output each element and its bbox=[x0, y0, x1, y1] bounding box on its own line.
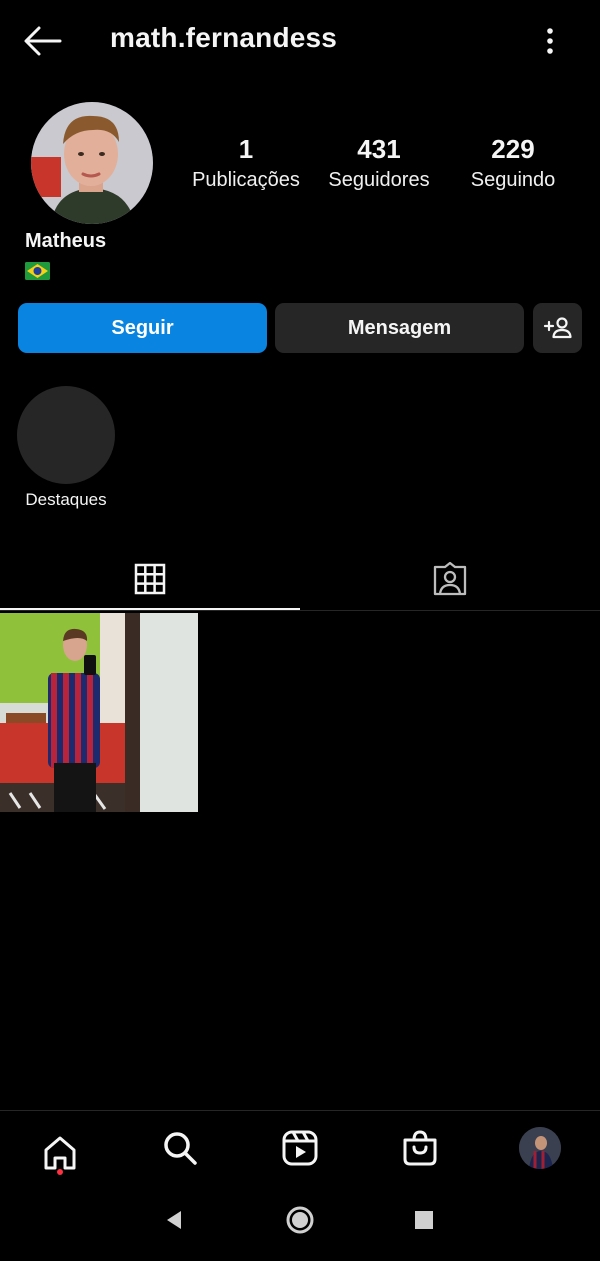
post-photo bbox=[0, 613, 198, 812]
highlight-label: Destaques bbox=[25, 490, 107, 509]
shopping-bag-icon bbox=[403, 1130, 437, 1166]
notification-dot bbox=[57, 1169, 63, 1175]
nav-profile-avatar[interactable] bbox=[519, 1127, 561, 1169]
search-icon bbox=[164, 1132, 197, 1165]
stat-posts-label: Publicações bbox=[192, 169, 300, 191]
stat-posts-count: 1 bbox=[238, 134, 254, 164]
home-icon bbox=[44, 1136, 76, 1170]
nav-reels[interactable] bbox=[275, 1123, 325, 1173]
profile-avatar[interactable] bbox=[31, 102, 153, 224]
stat-following-count: 229 bbox=[491, 134, 535, 164]
bottom-nav bbox=[0, 1111, 600, 1190]
stat-followers-label: Seguidores bbox=[328, 169, 430, 191]
add-person-icon bbox=[543, 317, 572, 339]
message-button[interactable]: Mensagem bbox=[275, 303, 524, 353]
profile-display-name: Matheus bbox=[25, 230, 107, 252]
message-button-label: Mensagem bbox=[347, 316, 452, 339]
reels-icon bbox=[282, 1130, 318, 1166]
options-button[interactable] bbox=[535, 24, 565, 58]
follow-button[interactable]: Seguir bbox=[18, 303, 267, 353]
grid-icon bbox=[134, 563, 166, 595]
profile-avatar-mini bbox=[519, 1127, 561, 1169]
tabs-divider bbox=[0, 610, 600, 611]
system-back-button[interactable] bbox=[158, 1204, 190, 1236]
stat-followers[interactable]: 431 Seguidores bbox=[318, 133, 440, 195]
post-thumbnail[interactable] bbox=[0, 613, 198, 812]
highlight-new[interactable] bbox=[17, 386, 115, 484]
nav-shop[interactable] bbox=[395, 1123, 445, 1173]
system-recents-button[interactable] bbox=[408, 1204, 440, 1236]
tagged-person-icon bbox=[433, 561, 467, 596]
suggest-accounts-button[interactable] bbox=[533, 303, 582, 353]
stat-followers-count: 431 bbox=[357, 134, 401, 164]
system-home-button[interactable] bbox=[282, 1202, 318, 1238]
square-recents-icon bbox=[415, 1211, 433, 1229]
tab-tagged[interactable] bbox=[300, 552, 600, 606]
circle-home-icon bbox=[286, 1206, 314, 1234]
stat-posts[interactable]: 1 Publicações bbox=[185, 133, 307, 195]
stat-following-label: Seguindo bbox=[470, 169, 556, 191]
more-vertical-icon bbox=[547, 28, 553, 54]
stat-following[interactable]: 229 Seguindo bbox=[452, 133, 574, 195]
profile-photo bbox=[31, 102, 153, 224]
arrow-left-icon bbox=[24, 26, 62, 56]
system-navigation-bar bbox=[0, 1190, 600, 1261]
tab-posts-grid[interactable] bbox=[0, 552, 300, 606]
follow-button-label: Seguir bbox=[111, 316, 174, 339]
brazil-flag-icon bbox=[25, 262, 50, 280]
nav-search[interactable] bbox=[155, 1123, 205, 1173]
profile-username: math.fernandess bbox=[110, 22, 338, 53]
back-button[interactable] bbox=[20, 22, 64, 60]
triangle-back-icon bbox=[167, 1211, 181, 1229]
